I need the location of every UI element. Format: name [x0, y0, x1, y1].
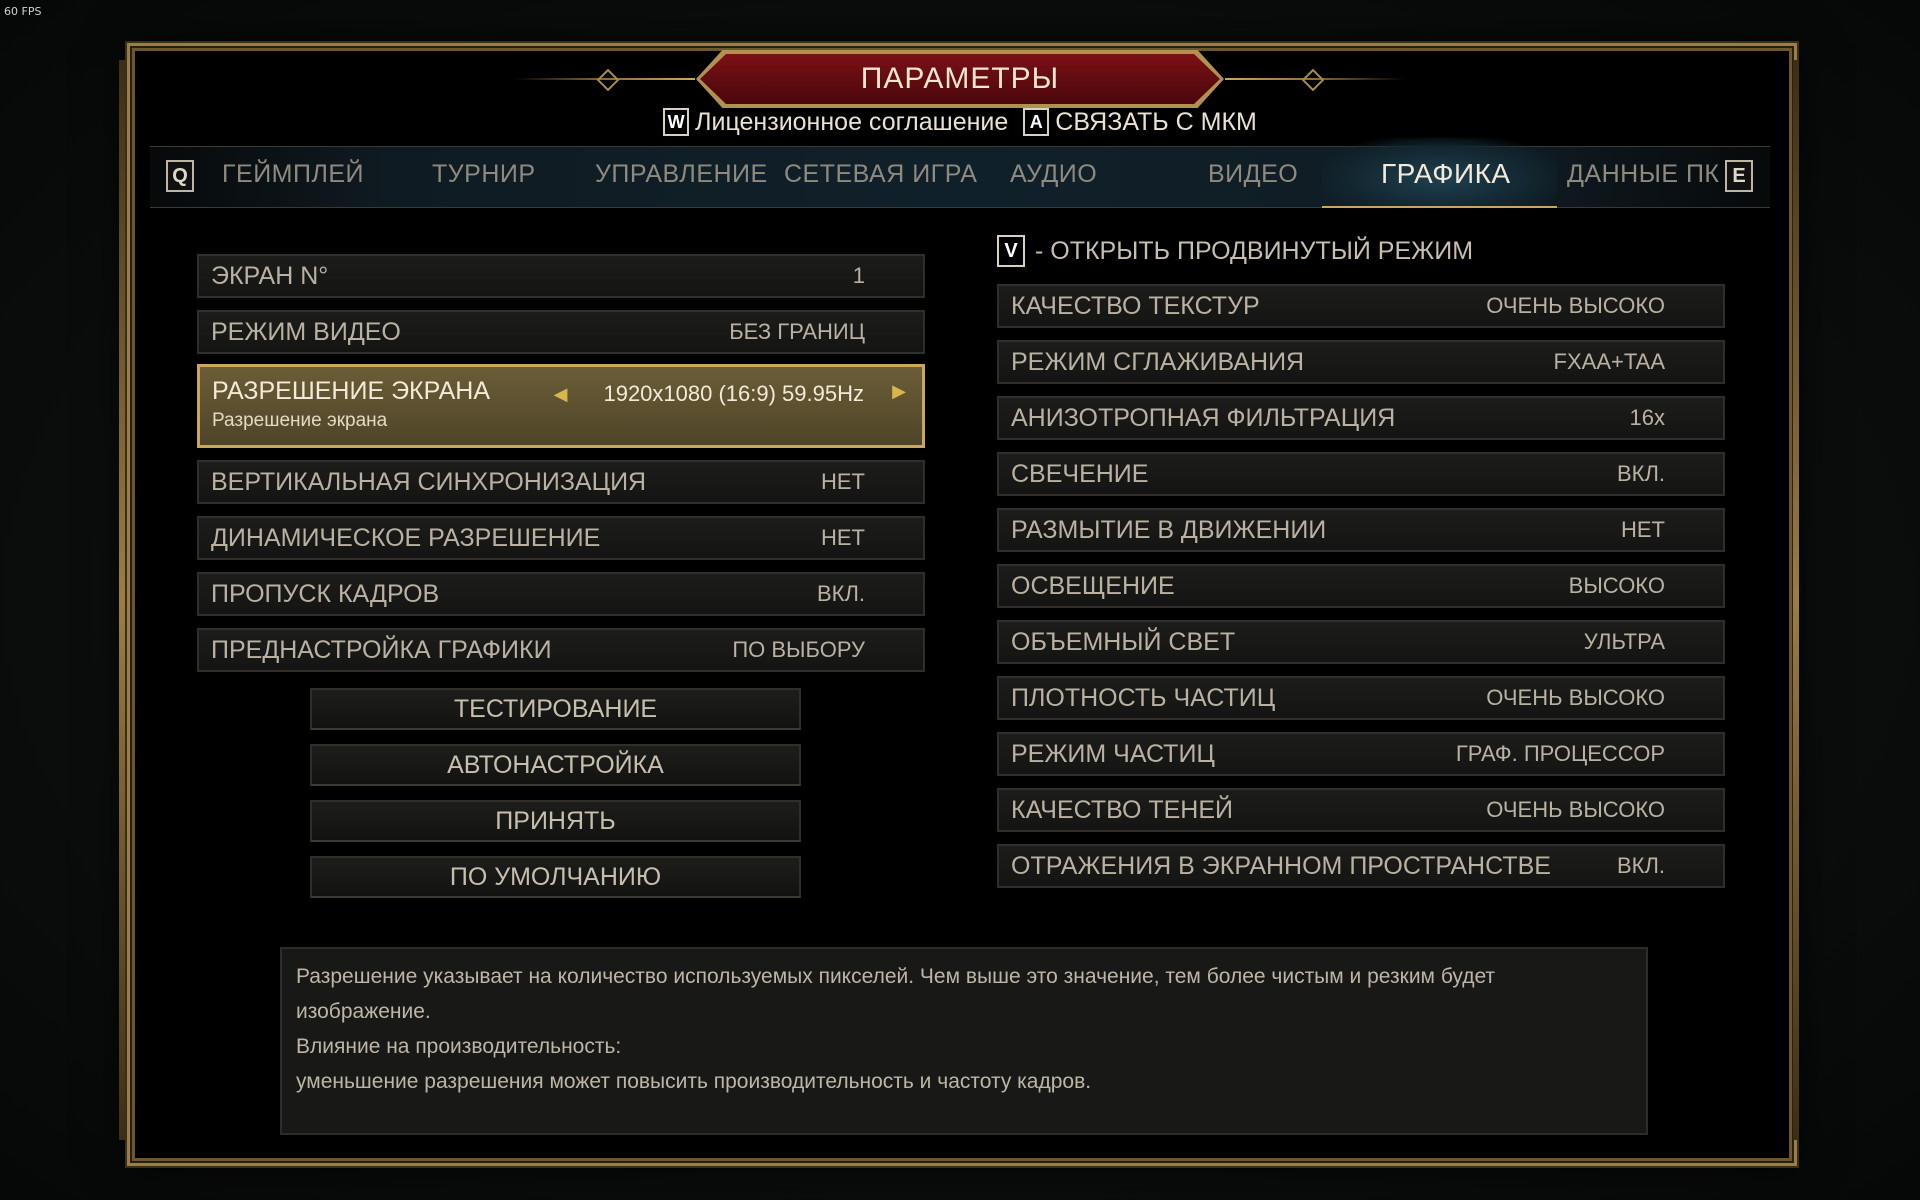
- setting-label: КАЧЕСТВО ТЕКСТУР: [1011, 291, 1260, 320]
- setting-lighting[interactable]: ОСВЕЩЕНИЕ ВЫСОКО: [997, 564, 1725, 608]
- key-q-icon[interactable]: Q: [166, 160, 194, 192]
- setting-motion-blur[interactable]: РАЗМЫТИЕ В ДВИЖЕНИИ НЕТ: [997, 508, 1725, 552]
- setting-value: ВКЛ.: [1616, 853, 1665, 878]
- setting-sublabel: Разрешение экрана: [212, 410, 388, 431]
- setting-value: ВКЛ.: [1616, 461, 1665, 486]
- setting-bloom[interactable]: СВЕЧЕНИЕ ВКЛ.: [997, 452, 1725, 496]
- setting-value: FXAA+TAA: [1553, 349, 1665, 374]
- setting-label: РЕЖИМ ВИДЕО: [211, 317, 401, 346]
- setting-value: НЕТ: [821, 525, 865, 550]
- setting-particle-mode[interactable]: РЕЖИМ ЧАСТИЦ ГРАФ. ПРОЦЕССОР: [997, 732, 1725, 776]
- setting-value: ОЧЕНЬ ВЫСОКО: [1486, 293, 1665, 318]
- setting-value: ОЧЕНЬ ВЫСОКО: [1486, 685, 1665, 710]
- link-mkm-link[interactable]: A СВЯЗАТЬ С МКМ: [1023, 108, 1257, 137]
- setting-vsync[interactable]: ВЕРТИКАЛЬНАЯ СИНХРОНИЗАЦИЯ НЕТ: [197, 460, 925, 504]
- setting-value: ОЧЕНЬ ВЫСОКО: [1486, 797, 1665, 822]
- frame-left-ornament: [119, 60, 125, 1140]
- setting-dynamic-resolution[interactable]: ДИНАМИЧЕСКОЕ РАЗРЕШЕНИЕ НЕТ: [197, 516, 925, 560]
- default-button[interactable]: ПО УМОЛЧАНИЮ: [310, 856, 801, 898]
- key-v-icon: V: [997, 235, 1025, 267]
- setting-label: АНИЗОТРОПНАЯ ФИЛЬТРАЦИЯ: [1011, 403, 1396, 432]
- fps-counter: 60 FPS: [4, 5, 42, 18]
- key-w-icon: W: [663, 108, 690, 136]
- tab-audio[interactable]: АУДИО: [1010, 160, 1097, 189]
- setting-value: 1: [852, 263, 865, 288]
- setting-shadow-quality[interactable]: КАЧЕСТВО ТЕНЕЙ ОЧЕНЬ ВЫСОКО: [997, 788, 1725, 832]
- key-a-icon: A: [1023, 108, 1050, 136]
- setting-value: ВКЛ.: [816, 581, 865, 606]
- setting-value: НЕТ: [821, 469, 865, 494]
- description-line: уменьшение разрешения может повысить про…: [296, 1070, 1092, 1093]
- tab-online[interactable]: СЕТЕВАЯ ИГРА: [784, 160, 977, 189]
- setting-label: РЕЖИМ СГЛАЖИВАНИЯ: [1011, 347, 1305, 376]
- setting-label-group: РАЗРЕШЕНИЕ ЭКРАНА Разрешение экрана: [212, 377, 490, 432]
- subheader: W Лицензионное соглашение A СВЯЗАТЬ С МК…: [0, 106, 1920, 137]
- link-mkm-label: СВЯЗАТЬ С МКМ: [1055, 107, 1257, 136]
- description-panel: Разрешение указывает на количество испол…: [280, 947, 1648, 1135]
- tab-video[interactable]: ВИДЕО: [1208, 160, 1298, 189]
- license-agreement-link[interactable]: W Лицензионное соглашение: [663, 108, 1008, 137]
- setting-value: БЕЗ ГРАНИЦ: [729, 319, 865, 344]
- arrow-right-icon[interactable]: ▶: [892, 381, 906, 402]
- setting-value: ПО ВЫБОРУ: [732, 637, 865, 662]
- advanced-mode-label: - ОТКРЫТЬ ПРОДВИНУТЫЙ РЕЖИМ: [1035, 236, 1474, 265]
- tab-graphics[interactable]: ГРАФИКА: [1381, 158, 1511, 190]
- license-agreement-label: Лицензионное соглашение: [695, 107, 1009, 136]
- setting-label: РЕЖИМ ЧАСТИЦ: [1011, 739, 1215, 768]
- setting-value: 1920x1080 (16:9) 59.95Hz: [603, 381, 864, 406]
- setting-value: ВЫСОКО: [1568, 573, 1665, 598]
- frame-right-ornament: [1793, 60, 1799, 1140]
- setting-frame-skip[interactable]: ПРОПУСК КАДРОВ ВКЛ.: [197, 572, 925, 616]
- setting-value: УЛЬТРА: [1583, 629, 1665, 654]
- tab-tournament[interactable]: ТУРНИР: [432, 160, 536, 189]
- setting-screen-resolution[interactable]: РАЗРЕШЕНИЕ ЭКРАНА Разрешение экрана ◀ 19…: [197, 364, 925, 448]
- setting-video-mode[interactable]: РЕЖИМ ВИДЕО БЕЗ ГРАНИЦ: [197, 310, 925, 354]
- setting-label: ДИНАМИЧЕСКОЕ РАЗРЕШЕНИЕ: [211, 523, 601, 552]
- key-e-icon[interactable]: E: [1725, 160, 1753, 192]
- description-line: Влияние на производительность:: [296, 1035, 622, 1058]
- setting-graphics-preset[interactable]: ПРЕДНАСТРОЙКА ГРАФИКИ ПО ВЫБОРУ: [197, 628, 925, 672]
- autoconfigure-button[interactable]: АВТОНАСТРОЙКА: [310, 744, 801, 786]
- setting-label: РАЗМЫТИЕ В ДВИЖЕНИИ: [1011, 515, 1327, 544]
- apply-button[interactable]: ПРИНЯТЬ: [310, 800, 801, 842]
- tab-controls[interactable]: УПРАВЛЕНИЕ: [595, 160, 768, 189]
- setting-screen-number[interactable]: ЭКРАН N° 1: [197, 254, 925, 298]
- setting-label: ОТРАЖЕНИЯ В ЭКРАННОМ ПРОСТРАНСТВЕ: [1011, 851, 1551, 880]
- setting-label: ЭКРАН N°: [211, 261, 329, 290]
- arrow-left-icon[interactable]: ◀: [554, 384, 568, 405]
- setting-label: ПРЕДНАСТРОЙКА ГРАФИКИ: [211, 635, 552, 664]
- setting-value: ГРАФ. ПРОЦЕССОР: [1455, 741, 1665, 766]
- setting-particle-density[interactable]: ПЛОТНОСТЬ ЧАСТИЦ ОЧЕНЬ ВЫСОКО: [997, 676, 1725, 720]
- advanced-mode-link[interactable]: V - ОТКРЫТЬ ПРОДВИНУТЫЙ РЕЖИМ: [997, 235, 1473, 267]
- tab-pc-data[interactable]: ДАННЫЕ ПК: [1567, 160, 1720, 189]
- setting-value: НЕТ: [1621, 517, 1665, 542]
- setting-anisotropic-filtering[interactable]: АНИЗОТРОПНАЯ ФИЛЬТРАЦИЯ 16x: [997, 396, 1725, 440]
- setting-label: ПЛОТНОСТЬ ЧАСТИЦ: [1011, 683, 1276, 712]
- setting-texture-quality[interactable]: КАЧЕСТВО ТЕКСТУР ОЧЕНЬ ВЫСОКО: [997, 284, 1725, 328]
- benchmark-button[interactable]: ТЕСТИРОВАНИЕ: [310, 688, 801, 730]
- tab-gameplay[interactable]: ГЕЙМПЛЕЙ: [222, 160, 364, 189]
- setting-antialiasing[interactable]: РЕЖИМ СГЛАЖИВАНИЯ FXAA+TAA: [997, 340, 1725, 384]
- setting-volumetric-light[interactable]: ОБЪЕМНЫЙ СВЕТ УЛЬТРА: [997, 620, 1725, 664]
- setting-label: ВЕРТИКАЛЬНАЯ СИНХРОНИЗАЦИЯ: [211, 467, 647, 496]
- setting-label: СВЕЧЕНИЕ: [1011, 459, 1149, 488]
- setting-label: ПРОПУСК КАДРОВ: [211, 579, 440, 608]
- setting-screen-space-reflections[interactable]: ОТРАЖЕНИЯ В ЭКРАННОМ ПРОСТРАНСТВЕ ВКЛ.: [997, 844, 1725, 888]
- title-plate: ПАРАМЕТРЫ: [700, 54, 1220, 104]
- page-title: ПАРАМЕТРЫ: [860, 62, 1060, 95]
- setting-label: РАЗРЕШЕНИЕ ЭКРАНА: [212, 377, 491, 405]
- setting-value: 16x: [1629, 405, 1665, 430]
- setting-label: ОБЪЕМНЫЙ СВЕТ: [1011, 627, 1236, 656]
- setting-label: ОСВЕЩЕНИЕ: [1011, 571, 1175, 600]
- setting-label: КАЧЕСТВО ТЕНЕЙ: [1011, 795, 1233, 824]
- description-line: Разрешение указывает на количество испол…: [296, 965, 1496, 1023]
- setting-value-selector: ◀ 1920x1080 (16:9) 59.95Hz: [554, 381, 864, 407]
